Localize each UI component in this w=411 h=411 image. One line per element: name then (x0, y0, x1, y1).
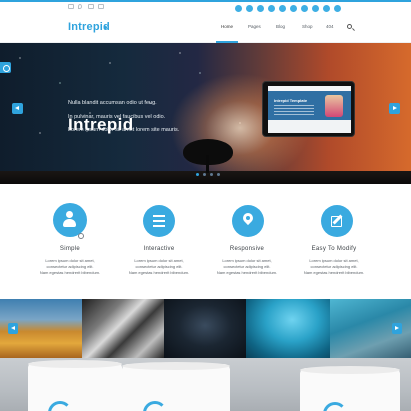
menu-icon[interactable] (143, 205, 175, 237)
menu-icon-bar (153, 220, 165, 222)
google-plus-icon[interactable] (257, 5, 264, 12)
user-icon-body (63, 219, 76, 227)
chat-icon[interactable] (98, 4, 104, 9)
tablet-mockup: Intrepid Template (262, 81, 355, 137)
slider-dot[interactable] (203, 173, 206, 176)
feature-text: Nam egestas hendrerit bibendum. (39, 270, 101, 275)
feature-text: Lorem ipsum dolor sit amet, (45, 258, 95, 263)
hero-slider: Intrepid Nulla blandit accumsan odio ut … (0, 43, 411, 184)
hero-text-line: Nulla blandit accumsan odio ut feug. (68, 100, 157, 106)
pinterest-icon[interactable] (279, 5, 286, 12)
mouse-cursor (78, 233, 84, 239)
nav-blog[interactable]: Blog (276, 24, 285, 29)
feature-title: Simple (59, 246, 81, 252)
cup-rim (300, 366, 400, 374)
edit-icon[interactable] (88, 4, 94, 9)
tablet-photo (325, 95, 343, 117)
feature-text: Nam egestas hendrerit bibendum. (216, 270, 278, 275)
tablet-header (268, 86, 351, 91)
vimeo-icon[interactable] (334, 5, 341, 12)
gallery-prev-button[interactable] (8, 323, 18, 334)
tablet-screen: Intrepid Template (268, 86, 351, 133)
feature-title: Interactive (143, 246, 175, 252)
feature-text: consectetur adipiscing elit. (223, 264, 271, 269)
facebook-icon[interactable] (235, 5, 242, 12)
nav-shop[interactable]: Shop (302, 24, 313, 29)
image-gallery (0, 299, 411, 358)
coffee-cup (300, 368, 400, 411)
cup-rim (122, 362, 230, 370)
tree-trunk (206, 155, 209, 173)
twitter-icon[interactable] (246, 5, 253, 12)
coffee-cup (28, 362, 122, 411)
cup-rim (28, 360, 122, 368)
feature-text: consectetur adipiscing elit. (310, 264, 358, 269)
map-pin-icon[interactable] (78, 4, 82, 9)
search-icon[interactable] (347, 24, 352, 29)
slider-dot[interactable] (217, 173, 220, 176)
menu-icon-bar (153, 225, 165, 227)
tablet-title: Intrepid Template (274, 98, 308, 103)
coffee-cups-banner (0, 358, 411, 411)
feature-text: Lorem ipsum dolor sit amet, (309, 258, 359, 263)
feature-text: consectetur adipiscing elit. (135, 264, 183, 269)
slider-dot[interactable] (210, 173, 213, 176)
linkedin-icon[interactable] (268, 5, 275, 12)
slider-dot[interactable] (196, 173, 199, 176)
slider-next-button[interactable] (389, 103, 400, 114)
feature-text: Lorem ipsum dolor sit amet, (134, 258, 184, 263)
underwater-image[interactable] (246, 299, 330, 358)
feature-text: Nam egestas hendrerit bibendum. (303, 270, 365, 275)
feature-text: consectetur adipiscing elit. (46, 264, 94, 269)
user-icon[interactable] (53, 203, 87, 237)
pin-hole (246, 216, 250, 220)
slider-prev-button[interactable] (12, 103, 23, 114)
hero-text-line: In pulvinar, mauris vel faucibus vel odi… (68, 114, 166, 120)
youtube-icon[interactable] (301, 5, 308, 12)
edit-icon[interactable] (321, 205, 353, 237)
feature-title: Responsive (229, 246, 265, 252)
dribbble-icon[interactable] (312, 5, 319, 12)
gallery-next-button[interactable] (392, 323, 402, 334)
tablet-content-strip (268, 120, 351, 133)
bw-abstract-image[interactable] (82, 299, 164, 358)
nav-pages[interactable]: Pages (248, 24, 261, 29)
coffee-cup (122, 364, 230, 411)
settings-gear-icon[interactable] (0, 62, 11, 73)
nav-404[interactable]: 404 (326, 24, 334, 29)
logo-mark (104, 26, 107, 29)
dark-leaves-image[interactable] (164, 299, 246, 358)
feature-text: Nam egestas hendrerit bibendum. (128, 270, 190, 275)
feature-text: Lorem ipsum dolor sit amet, (222, 258, 272, 263)
site-header: Intrepid Home Pages Blog Shop 404 (0, 14, 411, 43)
top-bar (0, 2, 411, 14)
user-icon-head (66, 211, 73, 218)
flickr-icon[interactable] (323, 5, 330, 12)
map-pin-icon[interactable] (232, 205, 264, 237)
nav-home[interactable]: Home (221, 24, 233, 29)
menu-icon-bar (153, 215, 165, 217)
hero-text-line: Lorem ipsum dolor sit amet lorem site ma… (68, 127, 180, 133)
tablet-text (274, 105, 314, 117)
feature-title: Easy To Modify (311, 246, 357, 252)
skype-icon[interactable] (290, 5, 297, 12)
mail-icon[interactable] (68, 4, 74, 9)
